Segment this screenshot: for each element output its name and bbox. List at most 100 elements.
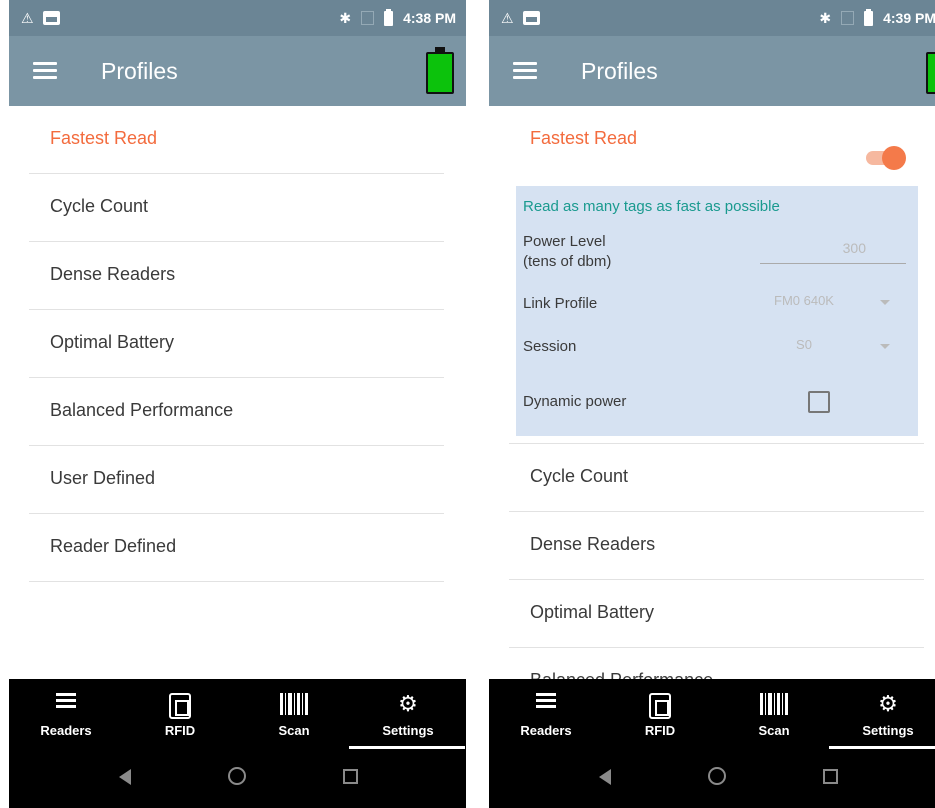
nav-label: Settings	[862, 723, 914, 738]
status-bar: ⚠ ✱ 4:39 PM	[489, 0, 935, 36]
list-item-label: User Defined	[50, 468, 156, 488]
session-dropdown[interactable]: S0	[754, 334, 894, 358]
profiles-list: Fastest Read Cycle Count Dense Readers O…	[9, 106, 466, 679]
nav-settings[interactable]: ⚙ Settings	[829, 679, 935, 749]
session-label: Session	[523, 338, 577, 355]
image-notification-icon	[522, 11, 540, 25]
dynamic-power-checkbox[interactable]	[808, 391, 830, 413]
list-item-fastest-read[interactable]: Fastest Read	[29, 106, 444, 174]
nav-readers[interactable]: Readers	[489, 679, 603, 749]
power-level-label-line2: (tens of dbm)	[523, 253, 612, 270]
power-level-label-line1: Power Level	[523, 233, 606, 250]
list-item-label: Fastest Read	[50, 128, 158, 148]
no-signal-icon	[361, 11, 375, 25]
nav-scan[interactable]: Scan	[237, 679, 351, 749]
battery-status-icon	[864, 8, 874, 26]
list-item-user-defined[interactable]: User Defined	[29, 446, 444, 514]
rfid-icon	[649, 693, 671, 719]
list-item-label: Reader Defined	[50, 536, 177, 556]
nav-rfid[interactable]: RFID	[603, 679, 717, 749]
list-item-label: Optimal Battery	[530, 602, 655, 622]
rfid-icon	[169, 693, 191, 719]
bottom-navigation: Readers RFID Scan ⚙ Settings	[9, 679, 466, 749]
nav-label: RFID	[644, 723, 676, 738]
back-icon[interactable]	[119, 769, 131, 785]
battery-status-icon	[384, 8, 394, 26]
reader-battery-icon	[926, 52, 935, 94]
page-title: Profiles	[101, 58, 178, 84]
status-bar: ⚠ ✱ 4:38 PM	[9, 0, 466, 36]
chevron-down-icon	[880, 300, 890, 305]
dynamic-power-label: Dynamic power	[523, 393, 627, 410]
list-item-optimal-battery[interactable]: Optimal Battery	[29, 310, 444, 378]
nav-label: RFID	[164, 723, 196, 738]
list-icon	[536, 693, 556, 709]
list-item-balanced-performance[interactable]: Balanced Performance	[509, 648, 924, 679]
list-item-cycle-count[interactable]: Cycle Count	[29, 174, 444, 242]
list-icon	[56, 693, 76, 709]
list-item-label: Cycle Count	[50, 196, 149, 216]
recents-icon[interactable]	[343, 769, 358, 784]
nav-label: Readers	[40, 723, 92, 738]
list-item-label: Dense Readers	[50, 264, 176, 284]
gear-icon: ⚙	[398, 691, 418, 716]
list-item-label: Cycle Count	[530, 466, 629, 486]
power-level-input[interactable]: 300	[760, 238, 906, 264]
power-level-value: 300	[842, 240, 866, 256]
recents-icon[interactable]	[823, 769, 838, 784]
list-item-label: Fastest Read	[530, 128, 638, 148]
list-item-reader-defined[interactable]: Reader Defined	[29, 514, 444, 582]
list-item-label: Balanced Performance	[530, 670, 713, 679]
bluetooth-icon: ✱	[819, 9, 832, 26]
session-value: S0	[796, 337, 812, 352]
home-icon[interactable]	[708, 767, 726, 785]
system-navigation-bar	[489, 749, 935, 808]
profile-description: Read as many tags as fast as possible	[523, 198, 780, 215]
warning-icon: ⚠	[501, 9, 514, 26]
barcode-icon	[760, 693, 788, 715]
bluetooth-icon: ✱	[339, 9, 352, 26]
phone-screen-right: ⚠ ✱ 4:39 PM Profiles Fastest Read Read a…	[489, 0, 935, 808]
menu-icon[interactable]	[513, 62, 537, 80]
profiles-list: Fastest Read Read as many tags as fast a…	[489, 106, 935, 679]
nav-settings[interactable]: ⚙ Settings	[349, 679, 465, 749]
toggle-knob	[882, 146, 906, 170]
nav-label: Settings	[382, 723, 434, 738]
nav-label: Readers	[520, 723, 572, 738]
no-signal-icon	[841, 11, 855, 25]
nav-scan[interactable]: Scan	[717, 679, 831, 749]
nav-rfid[interactable]: RFID	[123, 679, 237, 749]
profile-details-panel: Read as many tags as fast as possible Po…	[516, 186, 918, 436]
nav-readers[interactable]: Readers	[9, 679, 123, 749]
reader-battery-icon	[426, 47, 454, 94]
nav-label: Scan	[758, 723, 790, 738]
home-icon[interactable]	[228, 767, 246, 785]
list-item-cycle-count[interactable]: Cycle Count	[509, 444, 924, 512]
barcode-icon	[280, 693, 308, 715]
warning-icon: ⚠	[21, 9, 34, 26]
list-item-label: Optimal Battery	[50, 332, 175, 352]
app-bar: Profiles	[489, 36, 935, 106]
phone-screen-left: ⚠ ✱ 4:38 PM Profiles Fastest Read Cycle …	[9, 0, 466, 808]
gear-icon: ⚙	[878, 691, 898, 716]
list-item-optimal-battery[interactable]: Optimal Battery	[509, 580, 924, 648]
list-item-balanced-performance[interactable]: Balanced Performance	[29, 378, 444, 446]
back-icon[interactable]	[599, 769, 611, 785]
power-level-label: Power Level (tens of dbm)	[523, 232, 611, 272]
profile-enabled-toggle[interactable]	[864, 146, 906, 170]
link-profile-label: Link Profile	[523, 295, 598, 312]
list-item-label: Dense Readers	[530, 534, 656, 554]
app-bar: Profiles	[9, 36, 466, 106]
menu-icon[interactable]	[33, 62, 57, 80]
link-profile-value: FM0 640K	[774, 293, 834, 308]
list-item-dense-readers[interactable]: Dense Readers	[29, 242, 444, 310]
list-item-dense-readers[interactable]: Dense Readers	[509, 512, 924, 580]
clock: 4:39 PM	[883, 10, 935, 26]
clock: 4:38 PM	[403, 10, 456, 26]
link-profile-dropdown[interactable]: FM0 640K	[754, 290, 894, 314]
chevron-down-icon	[880, 344, 890, 349]
page-title: Profiles	[581, 58, 658, 84]
system-navigation-bar	[9, 749, 466, 808]
bottom-navigation: Readers RFID Scan ⚙ Settings	[489, 679, 935, 749]
nav-label: Scan	[278, 723, 310, 738]
